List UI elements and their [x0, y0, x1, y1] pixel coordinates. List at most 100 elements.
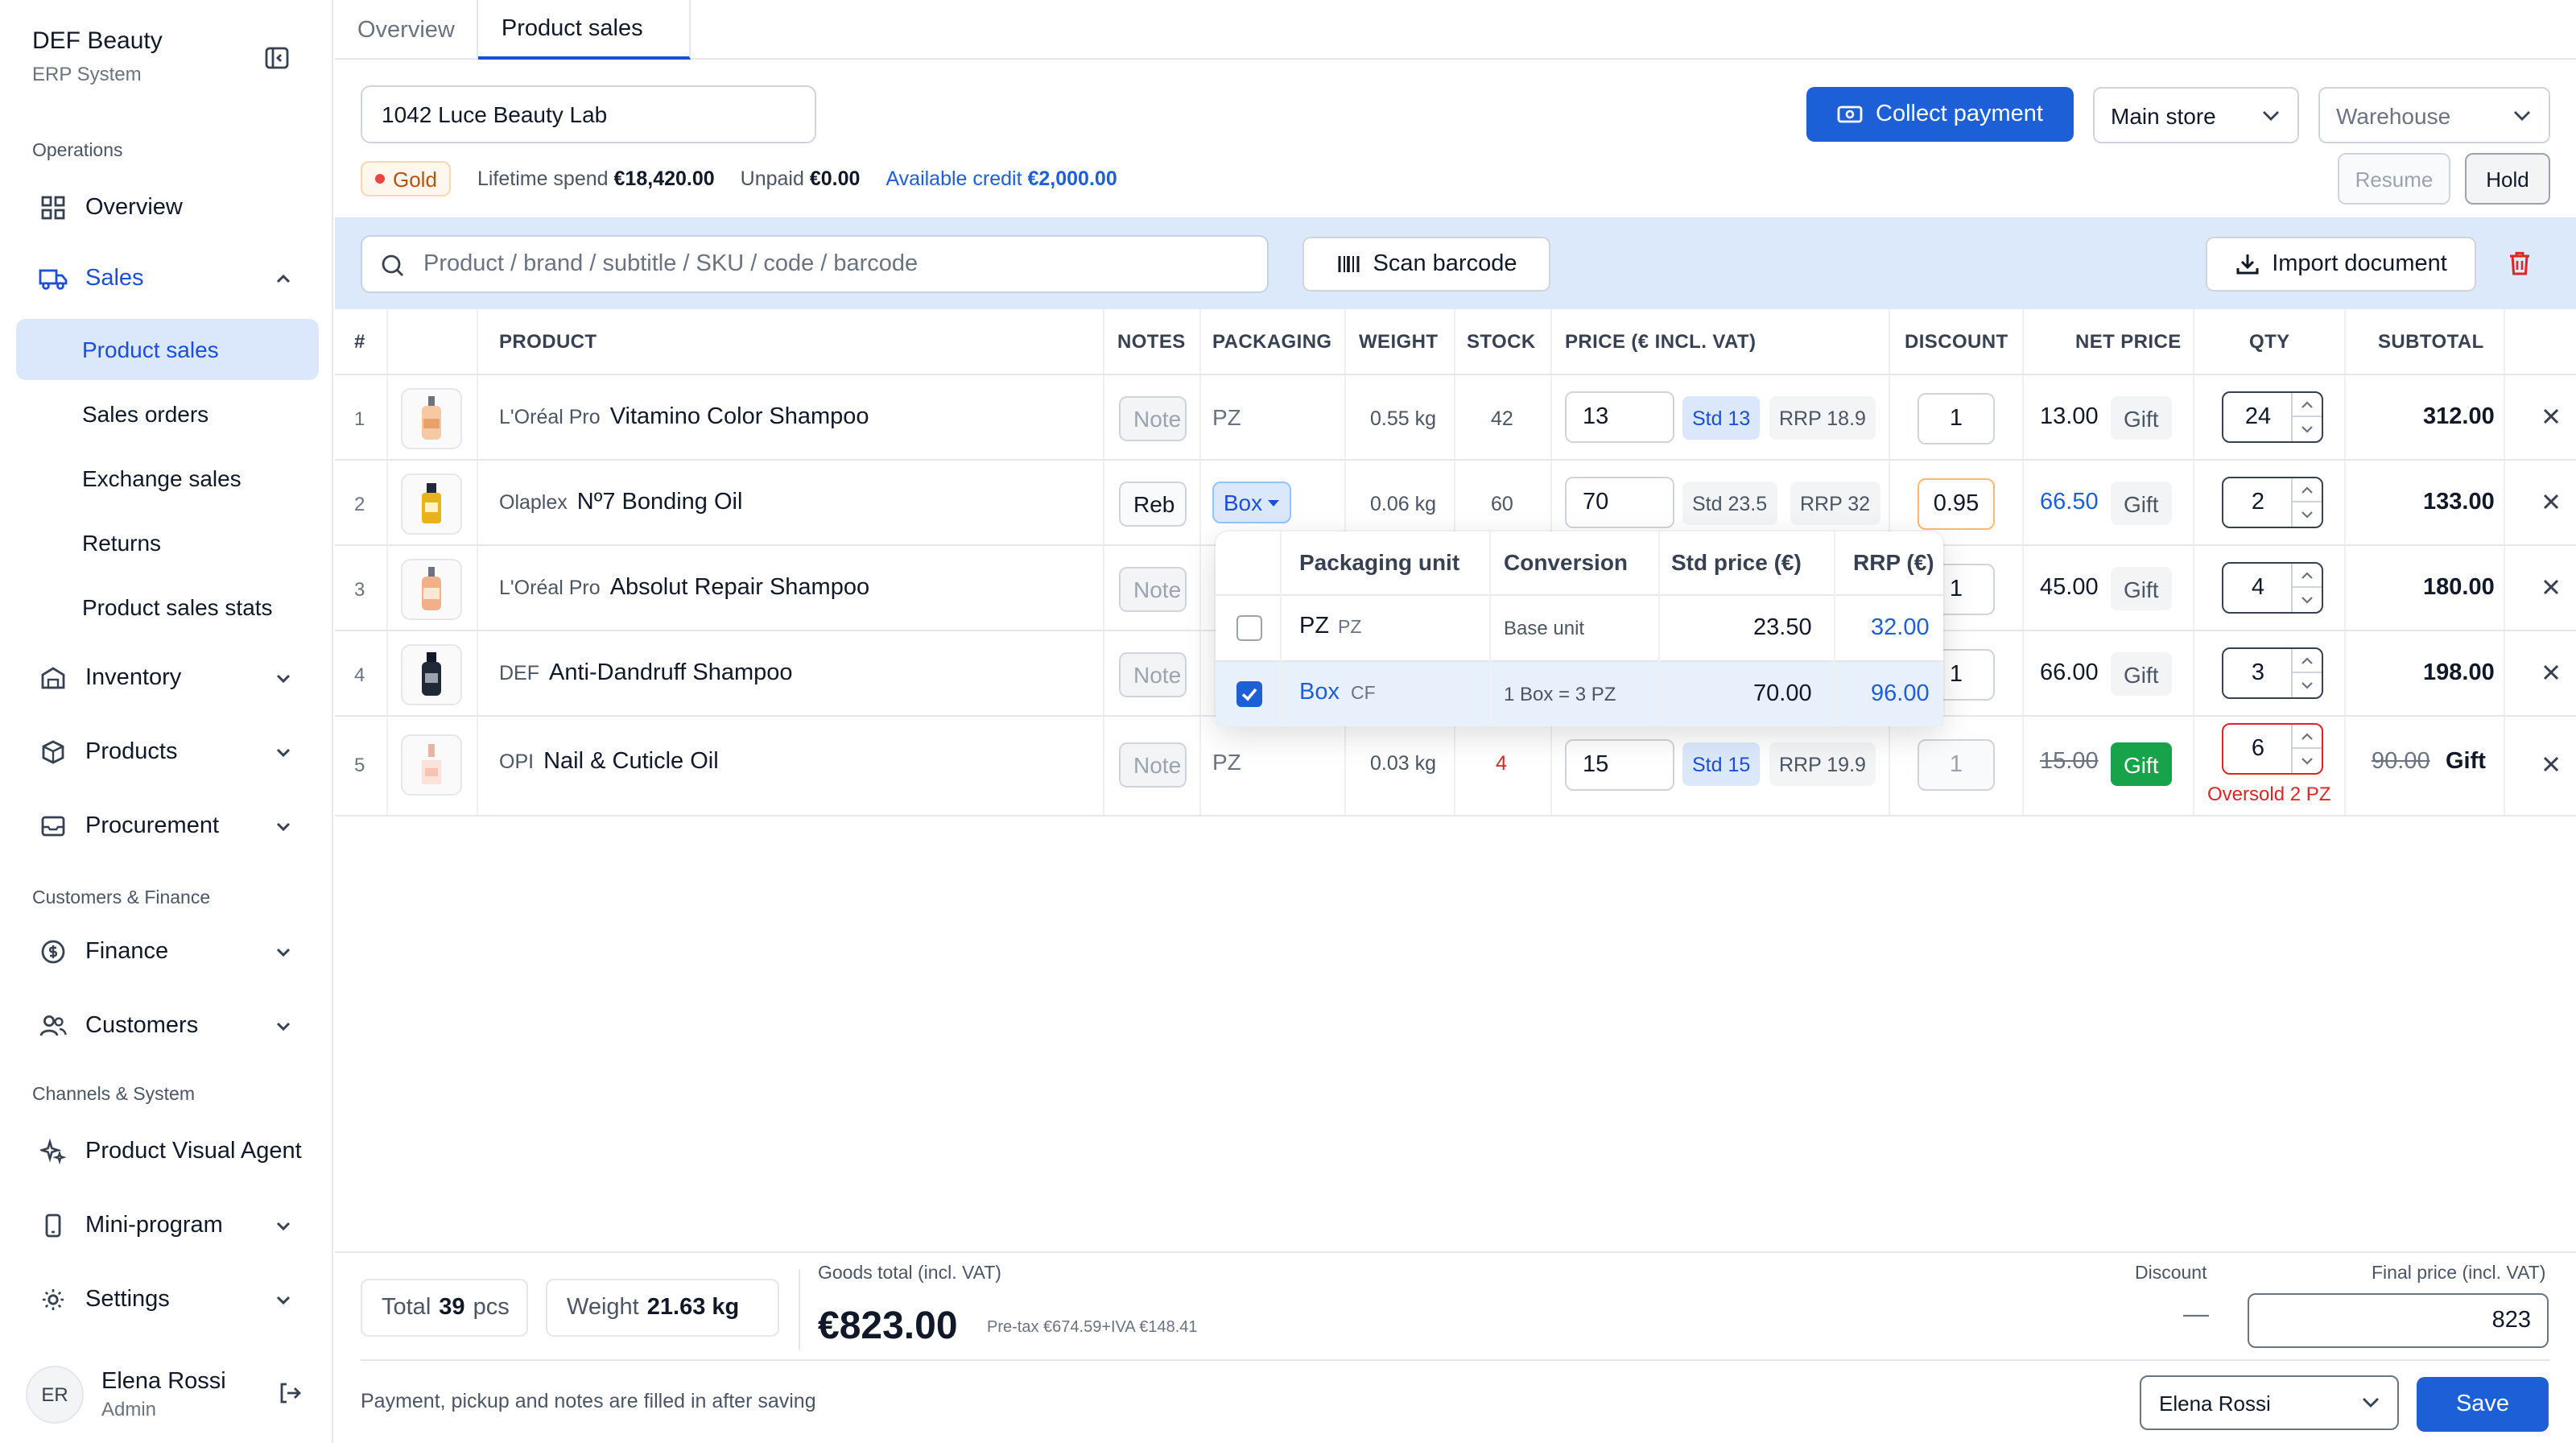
chevron-up-icon[interactable]: [2293, 564, 2322, 588]
note-input[interactable]: Note: [1119, 396, 1187, 441]
chevron-up-icon[interactable]: [2293, 649, 2322, 673]
popover-col-unit: Packaging unit: [1299, 549, 1460, 575]
quantity-stepper[interactable]: 3: [2222, 647, 2323, 699]
chevron-up-icon[interactable]: [2293, 393, 2322, 417]
sidebar-item-sales-orders[interactable]: Sales orders: [16, 383, 319, 444]
close-icon[interactable]: [2542, 664, 2560, 681]
nav-customers[interactable]: Customers: [16, 995, 319, 1056]
rrp-chip[interactable]: RRP 19.9: [1769, 742, 1876, 786]
quantity-stepper[interactable]: 2: [2222, 477, 2323, 528]
note-input[interactable]: Note: [1119, 652, 1187, 697]
chevron-down-icon[interactable]: [2293, 588, 2322, 612]
quantity-value[interactable]: 2: [2223, 478, 2293, 527]
tab-product-sales[interactable]: Product sales: [478, 0, 691, 60]
nav-product-visual-agent[interactable]: Product Visual Agent: [16, 1121, 319, 1182]
quantity-stepper[interactable]: 4: [2222, 562, 2323, 614]
quantity-value[interactable]: 6: [2223, 725, 2293, 773]
packaging-select[interactable]: Box: [1212, 482, 1291, 523]
available-credit-value: €2,000.00: [1027, 167, 1117, 190]
gift-toggle[interactable]: Gift: [2111, 396, 2172, 440]
nav-inventory[interactable]: Inventory: [16, 647, 319, 709]
note-input[interactable]: Reb: [1119, 482, 1187, 527]
chevron-down-icon[interactable]: [2293, 749, 2322, 773]
std-price-chip[interactable]: Std 13: [1682, 396, 1761, 440]
chevron-down-icon[interactable]: [2293, 502, 2322, 527]
gift-toggle[interactable]: Gift: [2111, 567, 2172, 610]
product-search-input[interactable]: Product / brand / subtitle / SKU / code …: [361, 235, 1269, 293]
tab-overview[interactable]: Overview: [335, 0, 479, 60]
option-std: 70.00: [1753, 681, 1812, 707]
option-rrp: 96.00: [1871, 681, 1930, 707]
popover-divider: [1280, 531, 1282, 725]
row-index: 3: [354, 578, 365, 601]
operator-select[interactable]: Elena Rossi: [2140, 1375, 2399, 1430]
import-document-button[interactable]: Import document: [2206, 237, 2476, 291]
checkbox[interactable]: [1236, 615, 1262, 641]
chevron-down-icon[interactable]: [2293, 417, 2322, 441]
checkbox[interactable]: [1236, 681, 1262, 707]
std-price-chip[interactable]: Std 15: [1682, 742, 1761, 786]
quantity-value[interactable]: 24: [2223, 393, 2293, 441]
std-price-chip[interactable]: Std 23.5: [1682, 482, 1777, 525]
nav-procurement[interactable]: Procurement: [16, 796, 319, 857]
user-name: Elena Rossi: [101, 1369, 226, 1395]
final-price-input[interactable]: 823: [2248, 1293, 2549, 1348]
chevron-down-icon[interactable]: [2293, 673, 2322, 697]
price-input[interactable]: 70: [1565, 477, 1674, 528]
gift-toggle[interactable]: Gift: [2111, 742, 2172, 786]
nav-products[interactable]: Products: [16, 722, 319, 783]
save-button[interactable]: Save: [2417, 1377, 2549, 1432]
main-content: Overview Product sales 1042 Luce Beauty …: [335, 0, 2576, 1443]
scan-barcode-button[interactable]: Scan barcode: [1302, 237, 1550, 291]
nav-mini-program[interactable]: Mini-program: [16, 1195, 319, 1256]
collect-payment-button[interactable]: Collect payment: [1806, 87, 2074, 142]
quantity-stepper[interactable]: 6: [2222, 723, 2323, 775]
price-input[interactable]: 13: [1565, 391, 1674, 443]
price-input[interactable]: 15: [1565, 739, 1674, 791]
close-icon[interactable]: [2542, 578, 2560, 596]
chevron-up-icon[interactable]: [2293, 478, 2322, 502]
nav-sales[interactable]: Sales: [16, 248, 319, 309]
discount-input[interactable]: 0.95: [1918, 478, 1995, 530]
search-placeholder: Product / brand / subtitle / SKU / code …: [423, 251, 919, 277]
customer-input[interactable]: 1042 Luce Beauty Lab: [361, 85, 816, 143]
user-profile[interactable]: ER Elena Rossi Admin: [26, 1366, 226, 1424]
rrp-chip[interactable]: RRP 18.9: [1769, 396, 1876, 440]
gift-toggle[interactable]: Gift: [2111, 652, 2172, 696]
sidebar-item-product-sales-stats[interactable]: Product sales stats: [16, 577, 319, 638]
nav-overview[interactable]: Overview: [16, 177, 319, 238]
rrp-chip[interactable]: RRP 32: [1790, 482, 1880, 525]
discount-input[interactable]: 1: [1918, 393, 1995, 444]
col-weight: WEIGHT: [1359, 330, 1439, 353]
nav-finance[interactable]: Finance: [16, 921, 319, 982]
quantity-stepper[interactable]: 24: [2222, 391, 2323, 443]
note-input[interactable]: Note: [1119, 567, 1187, 612]
close-icon[interactable]: [2542, 755, 2560, 773]
gift-toggle[interactable]: Gift: [2111, 482, 2172, 525]
quantity-value[interactable]: 3: [2223, 649, 2293, 697]
nav-settings[interactable]: Settings: [16, 1269, 319, 1330]
nav-sales-label: Sales: [85, 266, 144, 291]
warehouse-select[interactable]: Warehouse: [2318, 87, 2550, 143]
available-credit[interactable]: Available credit €2,000.00: [886, 167, 1117, 190]
discount-input[interactable]: 1: [1918, 739, 1995, 791]
trash-icon[interactable]: [2507, 250, 2533, 277]
quantity-value[interactable]: 4: [2223, 564, 2293, 612]
logout-icon[interactable]: [277, 1380, 306, 1409]
nav-customers-label: Customers: [85, 1013, 199, 1039]
note-input[interactable]: Note: [1119, 742, 1187, 788]
hold-button[interactable]: Hold: [2465, 153, 2550, 205]
close-icon[interactable]: [2542, 407, 2560, 425]
option-rrp: 32.00: [1871, 615, 1930, 641]
resume-button[interactable]: Resume: [2338, 153, 2450, 205]
sidebar-item-exchange-sales[interactable]: Exchange sales: [16, 448, 319, 509]
store-select[interactable]: Main store: [2093, 87, 2299, 143]
sidebar-item-returns[interactable]: Returns: [16, 512, 319, 573]
close-icon[interactable]: [2542, 493, 2560, 511]
sidebar-collapse-icon[interactable]: [264, 45, 293, 71]
chevron-up-icon[interactable]: [2293, 725, 2322, 749]
col-qty: QTY: [2249, 330, 2290, 353]
sidebar-item-product-sales[interactable]: Product sales: [16, 319, 319, 380]
barcode-icon: [1338, 256, 1359, 272]
brand-name: DEF Beauty: [32, 27, 163, 55]
